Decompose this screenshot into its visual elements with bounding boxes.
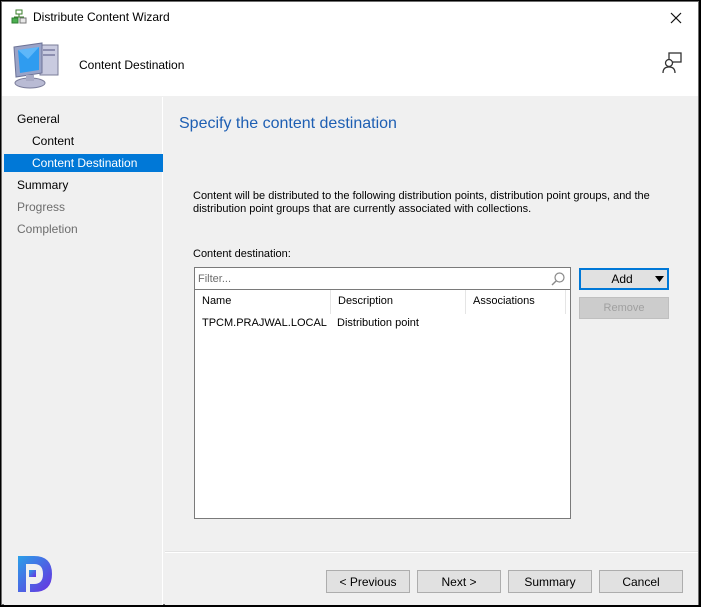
column-header-name[interactable]: Name: [195, 290, 331, 314]
dropdown-arrow-icon: [655, 276, 664, 282]
column-header-description[interactable]: Description: [331, 290, 466, 314]
cell-description: Distribution point: [337, 317, 419, 329]
sidebar-item-label: Content: [32, 134, 75, 148]
footer-separator: [165, 551, 698, 553]
add-button[interactable]: Add: [579, 268, 669, 290]
wizard-page: Specify the content destination Content …: [165, 97, 698, 605]
cell-name: TPCM.PRAJWAL.LOCAL: [202, 317, 327, 329]
remove-button[interactable]: Remove: [579, 297, 669, 319]
summary-button[interactable]: Summary: [508, 570, 592, 593]
wizard-header: Content Destination: [2, 33, 698, 96]
page-description: Content will be distributed to the follo…: [193, 190, 650, 215]
close-button[interactable]: [654, 2, 698, 33]
distribute-content-icon: [11, 9, 27, 24]
list-header: Name Description Associations: [195, 290, 570, 314]
add-button-label: Add: [611, 272, 633, 286]
page-title: Specify the content destination: [179, 115, 397, 132]
sidebar-item-summary[interactable]: Summary: [4, 176, 163, 194]
sidebar-item-label: Progress: [17, 200, 66, 214]
sidebar-item-label: Content Destination: [32, 156, 138, 170]
sidebar-item-general[interactable]: General: [4, 110, 163, 128]
sidebar-item-label: Completion: [17, 222, 78, 236]
window-title: Distribute Content Wizard: [33, 10, 170, 24]
wizard-window: Distribute Content Wizard Content Destin…: [1, 1, 699, 605]
filter-input[interactable]: [198, 271, 538, 287]
search-icon[interactable]: [550, 271, 566, 287]
prajwal-logo-icon: [18, 556, 52, 592]
title-bar: Distribute Content Wizard: [2, 2, 698, 33]
sidebar-item-content[interactable]: Content: [4, 132, 163, 150]
filter-box: [194, 267, 571, 289]
user-help-icon[interactable]: [660, 51, 684, 75]
wizard-steps-sidebar: General Content Content Destination Summ…: [4, 97, 163, 605]
content-destination-list[interactable]: Name Description Associations TPCM.PRAJW…: [194, 289, 571, 519]
header-title: Content Destination: [79, 58, 185, 72]
computer-icon: [13, 42, 59, 89]
sidebar-item-label: General: [17, 112, 60, 126]
column-header-associations[interactable]: Associations: [466, 290, 566, 314]
sidebar-item-progress: Progress: [4, 198, 163, 216]
content-destination-label: Content destination:: [193, 248, 291, 260]
table-row[interactable]: TPCM.PRAJWAL.LOCAL Distribution point: [195, 314, 570, 332]
cancel-button[interactable]: Cancel: [599, 570, 683, 593]
close-icon: [670, 12, 682, 23]
sidebar-item-completion: Completion: [4, 220, 163, 238]
next-button[interactable]: Next >: [417, 570, 501, 593]
sidebar-item-label: Summary: [17, 178, 69, 192]
sidebar-item-content-destination[interactable]: Content Destination: [4, 154, 163, 172]
previous-button[interactable]: < Previous: [326, 570, 410, 593]
